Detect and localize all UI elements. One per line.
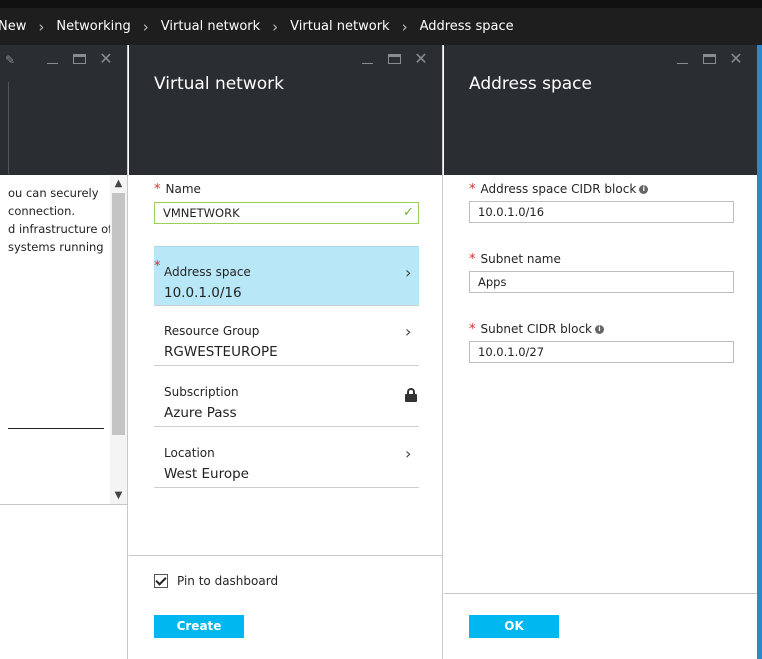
name-input[interactable] (154, 202, 419, 224)
row-subscription: Subscription Azure Pass (154, 367, 419, 427)
breadcrumb-virtual-network-2[interactable]: Virtual network (290, 19, 389, 34)
maximize-icon[interactable] (72, 51, 86, 67)
chevron-right-icon: › (272, 17, 279, 36)
divider (8, 428, 104, 429)
checkmark-icon: ✓ (403, 205, 414, 220)
chevron-right-icon: › (405, 263, 412, 282)
blade-header: Address space ✕ (444, 45, 757, 175)
panel-edge-accent (757, 45, 762, 659)
row-label: Location (164, 446, 215, 460)
breadcrumb-new[interactable]: New (0, 19, 26, 34)
info-icon[interactable]: i (595, 325, 604, 334)
create-button[interactable]: Create (154, 615, 244, 638)
panel-edge (0, 82, 9, 174)
pin-to-dashboard-checkbox[interactable]: Pin to dashboard (154, 574, 278, 588)
footer-divider (444, 593, 757, 594)
blade-title: Address space (469, 74, 592, 94)
row-address-space[interactable]: * Address space 10.0.1.0/16 › (154, 246, 419, 306)
description-line: connection. (8, 204, 76, 218)
breadcrumb: New › Networking › Virtual network › Vir… (0, 8, 514, 45)
chevron-right-icon: › (38, 17, 45, 36)
blade-header: ✎ ✕ (0, 45, 127, 175)
window-controls: ✕ (45, 51, 113, 67)
pin-label: Pin to dashboard (177, 574, 279, 588)
chevron-right-icon: › (405, 322, 412, 341)
row-label: Address space (164, 265, 251, 279)
blade-title: Virtual network (154, 74, 284, 94)
scroll-up-icon[interactable]: ▲ (110, 177, 127, 191)
required-asterisk: * (154, 259, 161, 274)
maximize-icon[interactable] (387, 51, 401, 67)
cidr-label: * Address space CIDR block i (469, 182, 649, 197)
chevron-right-icon: › (401, 17, 408, 36)
ok-button[interactable]: OK (469, 615, 559, 638)
top-bar: New › Networking › Virtual network › Vir… (0, 0, 762, 45)
description-line: systems running (8, 240, 104, 254)
row-resource-group[interactable]: Resource Group RGWESTEUROPE › (154, 306, 419, 366)
scrollbar-thumb[interactable] (112, 193, 125, 435)
chevron-right-icon: › (142, 17, 149, 36)
row-value: RGWESTEUROPE (164, 344, 278, 360)
subnet-cidr-input[interactable] (469, 341, 734, 363)
close-icon[interactable]: ✕ (414, 51, 428, 67)
required-asterisk: * (469, 182, 476, 197)
scroll-down-icon[interactable]: ▼ (110, 489, 127, 503)
lock-icon (405, 388, 417, 402)
checkbox-checked-icon[interactable] (154, 574, 168, 588)
breadcrumb-address-space[interactable]: Address space (420, 19, 514, 34)
footer-divider (129, 555, 442, 556)
subnet-cidr-label: * Subnet CIDR block i (469, 322, 604, 337)
subnet-name-input[interactable] (469, 271, 734, 293)
required-asterisk: * (154, 182, 161, 197)
pin-icon[interactable]: ✎ (5, 53, 15, 67)
description-line: d infrastructure of (8, 222, 112, 236)
close-icon[interactable]: ✕ (99, 51, 113, 67)
blade-networking: ✎ ✕ ou can securely connection. d infras… (0, 45, 128, 659)
minimize-icon[interactable] (675, 51, 689, 67)
required-asterisk: * (469, 322, 476, 337)
window-controls: ✕ (360, 51, 428, 67)
blade-address-space: Address space ✕ * Address space CIDR bloc… (444, 45, 757, 659)
row-label: Resource Group (164, 324, 260, 338)
divider (0, 504, 127, 505)
close-icon[interactable]: ✕ (729, 51, 743, 67)
info-icon[interactable]: i (639, 185, 649, 194)
required-asterisk: * (469, 252, 476, 267)
row-value: West Europe (164, 466, 249, 482)
chevron-right-icon: › (405, 444, 412, 463)
breadcrumb-virtual-network-1[interactable]: Virtual network (161, 19, 260, 34)
cidr-input[interactable] (469, 201, 734, 223)
name-label: * Name (154, 182, 201, 197)
description-line: ou can securely (8, 186, 99, 200)
row-value: 10.0.1.0/16 (164, 285, 242, 301)
row-location[interactable]: Location West Europe › (154, 428, 419, 488)
row-value: Azure Pass (164, 405, 237, 421)
minimize-icon[interactable] (360, 51, 374, 67)
description-text: ou can securely connection. d infrastruc… (8, 184, 112, 256)
minimize-icon[interactable] (45, 51, 59, 67)
scrollbar[interactable]: ▲ ▼ (110, 175, 127, 505)
blade-header: Virtual network ✕ (129, 45, 442, 175)
row-label: Subscription (164, 385, 239, 399)
window-controls: ✕ (675, 51, 743, 67)
subnet-name-label: * Subnet name (469, 252, 561, 267)
maximize-icon[interactable] (702, 51, 716, 67)
blade-virtual-network: Virtual network ✕ *Name ✓ * Address spac… (129, 45, 443, 659)
breadcrumb-networking[interactable]: Networking (56, 19, 130, 34)
